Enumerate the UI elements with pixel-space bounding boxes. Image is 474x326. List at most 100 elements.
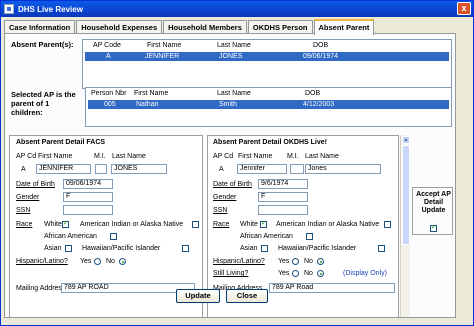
cell-first-name: Nathan — [136, 101, 159, 108]
okdhs-gender-label: Gender — [213, 194, 237, 201]
tab-household-expenses[interactable]: Household Expenses — [76, 20, 163, 34]
children-list[interactable]: Person Nbr First Name Last Name DOB 005 … — [85, 87, 452, 127]
okdhs-title: Absent Parent Detail OKDHS Live! — [213, 139, 327, 146]
window-close-button[interactable]: x — [457, 2, 471, 15]
okdhs-apcd-label: AP Cd — [213, 153, 234, 160]
okdhs-ssn-field[interactable] — [258, 205, 308, 215]
facs-race-aian-checkbox[interactable] — [192, 221, 199, 228]
facs-hispanic-no-radio[interactable] — [119, 258, 126, 265]
cell-person-nbr: 005 — [104, 101, 116, 108]
okdhs-race-asian-checkbox[interactable] — [261, 245, 268, 252]
facs-race-white-label: White — [44, 221, 62, 228]
facs-gender-label: Gender — [16, 194, 40, 201]
okdhs-still-yes-label: Yes — [278, 270, 290, 277]
update-button[interactable]: Update — [176, 289, 220, 303]
facs-last-label: Last Name — [112, 153, 146, 160]
absent-parents-list[interactable]: AP Code First Name Last Name DOB A JENNI… — [82, 39, 452, 89]
cell-dob: 4/12/2003 — [303, 101, 335, 108]
facs-race-hpi-checkbox[interactable] — [182, 245, 189, 252]
facs-first-name-field[interactable]: JENNIFER — [36, 164, 91, 174]
okdhs-hispanic-yes-radio[interactable] — [292, 258, 299, 265]
facs-hispanic-yes-label: Yes — [80, 258, 92, 265]
facs-gender-field[interactable]: F — [63, 192, 113, 202]
display-only-note: (Display Only) — [343, 270, 387, 277]
facs-race-aa-label: African American — [44, 233, 97, 240]
okdhs-first-label: First Name — [238, 153, 273, 160]
facs-apcd-label: AP Cd — [16, 153, 37, 160]
tab-okdhs-person[interactable]: OKDHS Person — [247, 20, 313, 34]
okdhs-hispanic-no-label: No — [304, 258, 313, 265]
facs-race-asian-checkbox[interactable] — [65, 245, 72, 252]
okdhs-mi-field[interactable] — [290, 164, 304, 174]
facs-ssn-field[interactable] — [63, 205, 113, 215]
okdhs-still-no-radio[interactable] — [317, 270, 324, 277]
facs-dob-field[interactable]: 09/06/1974 — [63, 179, 113, 189]
okdhs-race-aa-checkbox[interactable] — [306, 233, 313, 240]
cell-ap-code: A — [106, 53, 111, 60]
okdhs-last-name-field[interactable]: Jones — [305, 164, 381, 174]
facs-title: Absent Parent Detail FACS — [16, 139, 106, 146]
col-header: Person Nbr — [91, 90, 127, 97]
facs-first-label: First Name — [38, 153, 73, 160]
detail-scrollbar[interactable]: ▲ — [400, 135, 410, 317]
absent-parents-label: Absent Parent(s): — [11, 40, 74, 49]
facs-hispanic-yes-radio[interactable] — [94, 258, 101, 265]
facs-ssn-label: SSN — [16, 207, 31, 214]
title-bar: DHS Live Review x — [1, 1, 473, 17]
okdhs-hispanic-no-radio[interactable] — [317, 258, 324, 265]
facs-detail-section: Absent Parent Detail FACS AP Cd First Na… — [9, 135, 203, 317]
okdhs-race-white-label: White — [240, 221, 258, 228]
okdhs-last-label: Last Name — [305, 153, 339, 160]
tab-case-information[interactable]: Case Information — [4, 20, 76, 34]
okdhs-ssn-label: SSN — [213, 207, 228, 214]
okdhs-still-living-label: Still Living? — [213, 270, 249, 277]
facs-mi-label: M.I. — [94, 153, 106, 160]
list-item[interactable]: A JENNIFER JONES 09/06/1974 — [85, 52, 449, 61]
scroll-thumb[interactable] — [402, 145, 410, 245]
accept-label: Accept AP Detail Update — [416, 191, 451, 214]
okdhs-gender-field[interactable]: F — [258, 192, 308, 202]
cell-first-name: JENNIFER — [145, 53, 180, 60]
children-label: Selected AP is the parent of 1 children: — [11, 90, 76, 117]
facs-dob-label: Date of Birth — [16, 181, 55, 188]
okdhs-still-no-label: No — [304, 270, 313, 277]
tab-bar: Case Information Household Expenses Hous… — [4, 19, 375, 35]
okdhs-race-label: Race — [213, 221, 230, 228]
facs-race-aa-checkbox[interactable] — [110, 233, 117, 240]
facs-mailing-field[interactable]: 789 AP ROAD — [61, 283, 195, 293]
col-header: DOB — [305, 90, 321, 97]
col-header: AP Code — [93, 42, 121, 49]
window-title: DHS Live Review — [18, 4, 83, 14]
okdhs-race-white-checkbox[interactable] — [260, 219, 267, 228]
okdhs-mailing-field[interactable]: 789 AP Road — [269, 283, 395, 293]
okdhs-race-aian-checkbox[interactable] — [384, 221, 391, 228]
close-button[interactable]: Close — [226, 289, 268, 303]
cell-last-name: JONES — [219, 53, 243, 60]
facs-apcd-value: A — [21, 166, 26, 173]
accept-checkbox[interactable] — [430, 223, 437, 232]
okdhs-race-hpi-checkbox[interactable] — [378, 245, 385, 252]
okdhs-race-aian-label: American Indian or Alaska Native — [276, 221, 380, 228]
okdhs-race-hpi-label: Hawaiian/Pacific Islander — [278, 245, 357, 252]
facs-hispanic-no-label: No — [106, 258, 115, 265]
facs-mailing-label: Mailing Address — [16, 285, 66, 292]
facs-race-hpi-label: Hawaiian/Pacific Islander — [82, 245, 161, 252]
okdhs-still-yes-radio[interactable] — [292, 270, 299, 277]
okdhs-dob-field[interactable]: 9/6/1974 — [258, 179, 308, 189]
okdhs-hispanic-label: Hispanic/Latino? — [213, 258, 265, 265]
tab-household-members[interactable]: Household Members — [163, 20, 247, 34]
facs-last-name-field[interactable]: JONES — [111, 164, 167, 174]
list-item[interactable]: 005 Nathan Smith 4/12/2003 — [88, 100, 449, 109]
tab-absent-parent[interactable]: Absent Parent — [313, 19, 375, 35]
scroll-up-icon[interactable]: ▲ — [402, 136, 410, 144]
okdhs-dob-label: Date of Birth — [213, 181, 252, 188]
facs-mi-field[interactable] — [95, 164, 107, 174]
okdhs-first-name-field[interactable]: Jennifer — [237, 164, 287, 174]
col-header: DOB — [313, 42, 329, 49]
app-icon — [4, 4, 14, 14]
facs-race-white-checkbox[interactable] — [62, 219, 69, 228]
okdhs-race-asian-label: Asian — [240, 245, 258, 252]
facs-hispanic-label: Hispanic/Latino? — [16, 258, 68, 265]
okdhs-apcd-value: A — [219, 166, 224, 173]
facs-race-asian-label: Asian — [44, 245, 62, 252]
